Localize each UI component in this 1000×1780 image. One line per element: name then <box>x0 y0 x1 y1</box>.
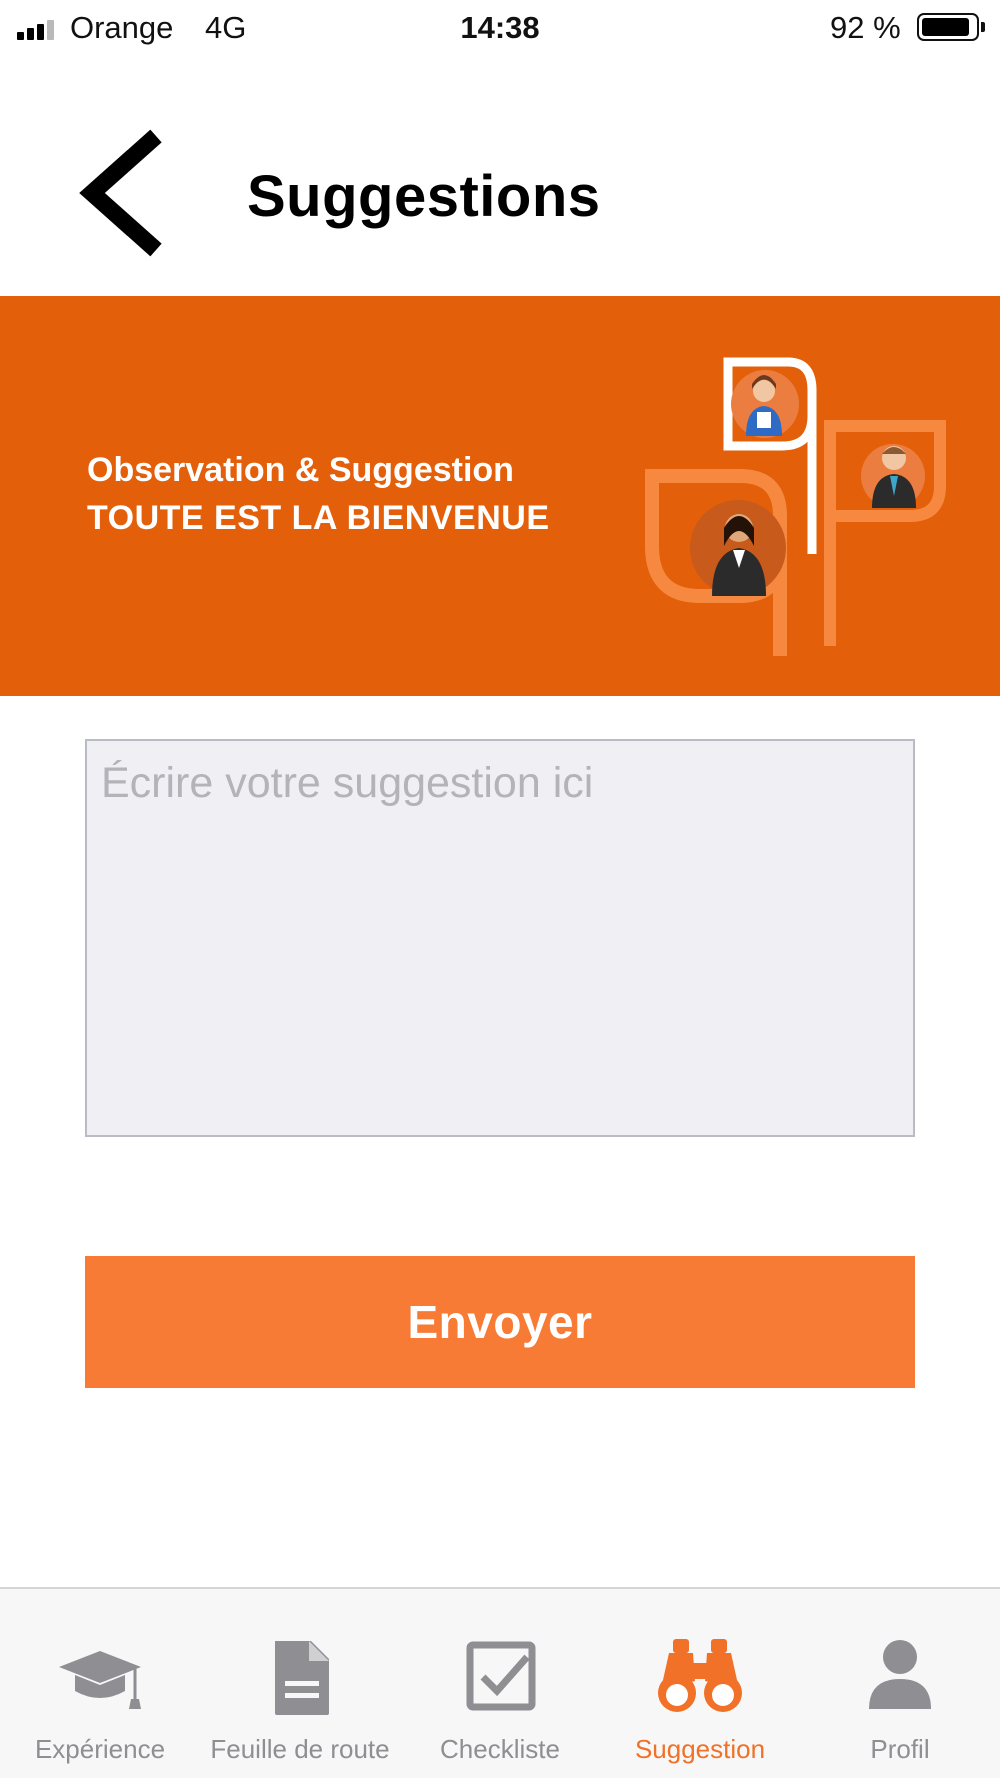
suggestion-banner: Observation & Suggestion TOUTE EST LA BI… <box>0 296 1000 696</box>
chevron-left-icon <box>79 129 162 257</box>
back-button[interactable] <box>78 128 170 258</box>
checkbox-icon <box>466 1641 536 1711</box>
tab-checkliste[interactable]: Checkliste <box>400 1589 600 1780</box>
people-leaves-illustration <box>645 357 946 656</box>
tab-bar: Expérience Feuille de route Checkliste S… <box>0 1587 1000 1778</box>
page-title: Suggestions <box>247 164 601 229</box>
tab-experience[interactable]: Expérience <box>0 1589 200 1780</box>
document-icon <box>275 1641 329 1715</box>
tab-label: Feuille de route <box>210 1734 390 1764</box>
tab-label: Profil <box>870 1734 930 1764</box>
tab-feuille-de-route[interactable]: Feuille de route <box>200 1589 400 1780</box>
tab-profil[interactable]: Profil <box>800 1589 1000 1780</box>
battery-tip <box>981 22 985 32</box>
status-bar: Orange 4G 14:38 92 % <box>0 0 1000 58</box>
suggestion-textarea[interactable] <box>85 739 915 1137</box>
user-icon <box>869 1640 931 1709</box>
send-button[interactable]: Envoyer <box>85 1256 915 1388</box>
banner-subtitle: TOUTE EST LA BIENVENUE <box>87 499 550 537</box>
nav-header: Suggestions <box>0 58 1000 296</box>
binoculars-icon <box>658 1639 742 1712</box>
tab-suggestion[interactable]: Suggestion <box>600 1589 800 1780</box>
tab-label: Checkliste <box>440 1734 560 1764</box>
graduation-cap-icon <box>59 1651 141 1709</box>
tab-label: Suggestion <box>634 1734 766 1764</box>
battery-icon <box>917 13 979 41</box>
battery-percentage: 92 % <box>830 10 901 45</box>
tab-label: Expérience <box>34 1734 166 1764</box>
banner-title: Observation & Suggestion <box>87 451 514 489</box>
